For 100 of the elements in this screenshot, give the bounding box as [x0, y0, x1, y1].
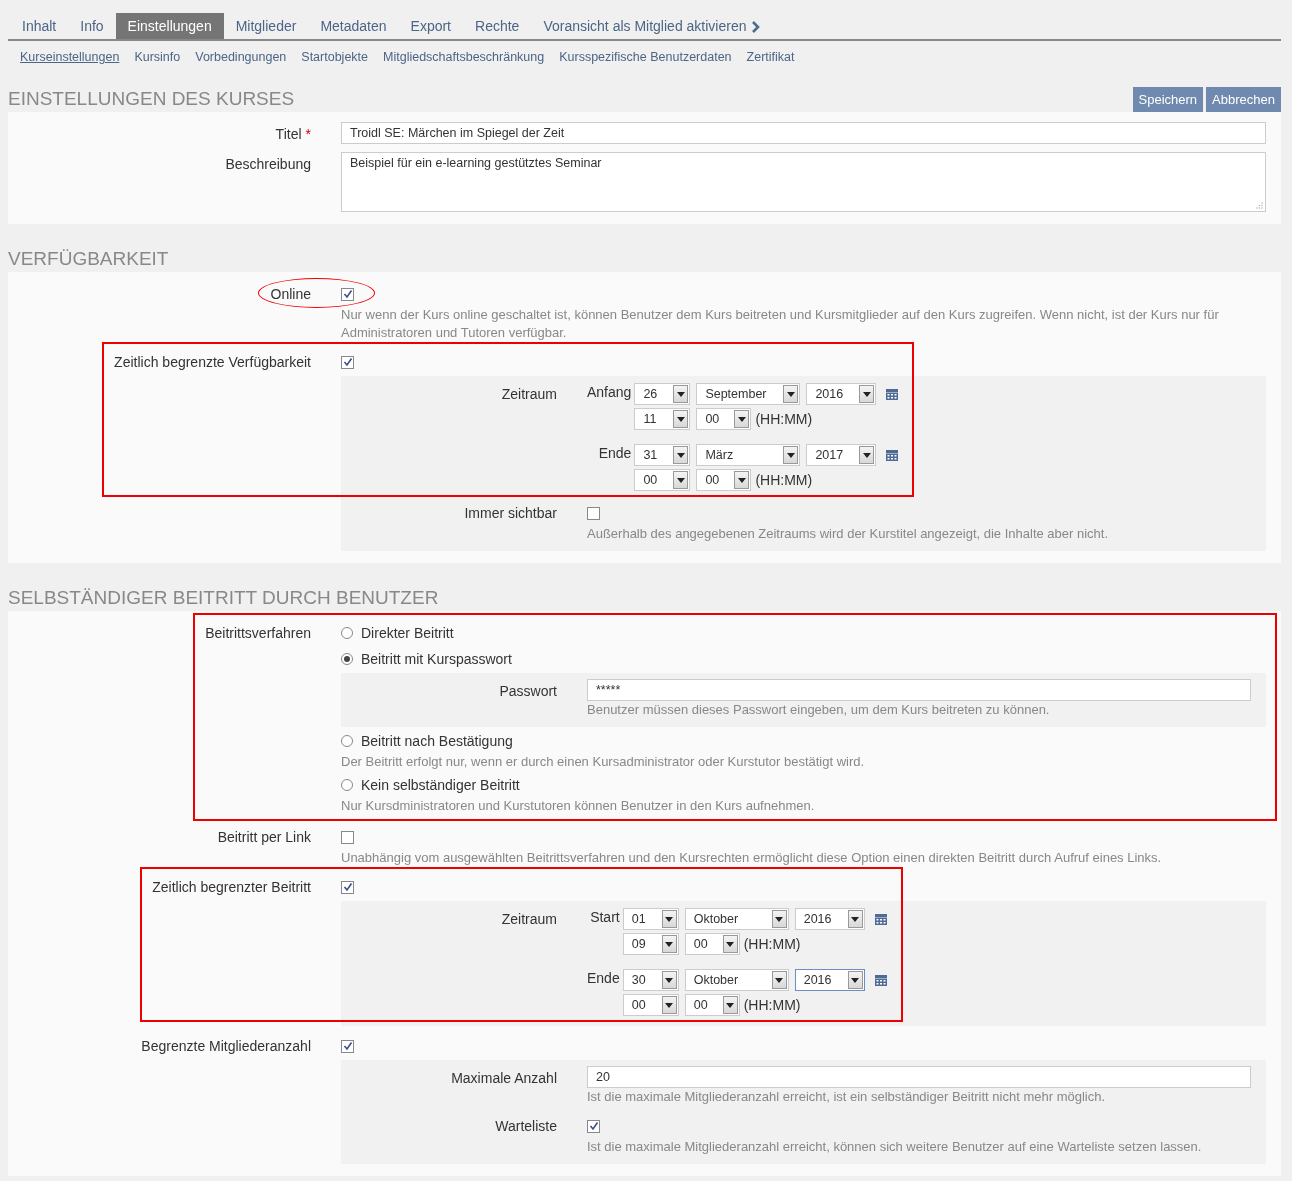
- subtab-link[interactable]: Vorbedingungen: [195, 50, 287, 64]
- checkbox[interactable]: [341, 880, 354, 894]
- radio-button[interactable]: [341, 779, 353, 791]
- checkbox[interactable]: [587, 1119, 600, 1133]
- caret-down-icon: [786, 391, 795, 397]
- preview-link[interactable]: Voransicht als Mitglied aktivieren: [531, 13, 773, 39]
- caret-down-icon: [676, 452, 685, 458]
- subtab-link[interactable]: Kursinfo: [134, 50, 181, 64]
- tab[interactable]: Metadaten: [308, 13, 399, 39]
- subtab-link[interactable]: Kursspezifische Benutzerdaten: [559, 50, 732, 64]
- help-text: Ist die maximale Mitgliederanzahl erreicht, können sich weitere Benutzer auf eine Warteliste setzen lassen.: [587, 1138, 1203, 1156]
- subtab-link[interactable]: Mitgliedschaftsbeschränkung: [383, 50, 545, 64]
- field-label: Titel: [275, 126, 302, 142]
- dropdown[interactable]: 00: [696, 469, 752, 491]
- tab[interactable]: Mitglieder: [223, 13, 309, 39]
- dropdown[interactable]: 30: [622, 969, 679, 991]
- dropdown[interactable]: 11: [634, 408, 691, 430]
- option-label: Kein selbständiger Beitritt: [361, 777, 520, 793]
- dropdown[interactable]: Oktober: [684, 969, 789, 991]
- field-label: Passwort: [499, 683, 557, 699]
- field-label: Immer sichtbar: [464, 505, 557, 521]
- dropdown[interactable]: 00: [634, 469, 691, 491]
- caret-down-icon: [665, 941, 674, 947]
- checkbox[interactable]: [341, 355, 354, 369]
- checkbox[interactable]: [341, 1039, 354, 1053]
- tab[interactable]: Export: [398, 13, 463, 39]
- caret-down-icon: [676, 416, 685, 422]
- text-area[interactable]: Beispiel für ein e-learning gestütztes Seminar: [341, 152, 1266, 212]
- subtab-link[interactable]: Zertifikat: [746, 50, 795, 64]
- option-label: Direkter Beitritt: [361, 625, 454, 641]
- dropdown[interactable]: März: [696, 444, 801, 466]
- help-text: Nur Kursdministratoren und Kurstutoren können Benutzer in den Kurs aufnehmen.: [341, 797, 816, 815]
- text-field[interactable]: *****: [587, 679, 1251, 701]
- caret-down-icon: [737, 416, 746, 422]
- dropdown[interactable]: 31: [634, 444, 691, 466]
- dropdown[interactable]: 00: [622, 994, 679, 1016]
- subtab-link[interactable]: Startobjekte: [301, 50, 368, 64]
- field-label: Zeitraum: [501, 911, 557, 927]
- dropdown[interactable]: Oktober: [684, 908, 789, 930]
- radio-button[interactable]: [341, 735, 353, 747]
- help-text: Außerhalb des angegebenen Zeitraums wird der Kurstitel angezeigt, die Inhalte aber nicht.: [587, 525, 1110, 543]
- text-field[interactable]: 20: [587, 1066, 1251, 1088]
- caret-down-icon: [665, 1002, 674, 1008]
- calendar-icon[interactable]: [874, 974, 887, 986]
- radio-button[interactable]: [341, 627, 353, 639]
- time-format-hint: (HH:MM): [743, 997, 801, 1013]
- caret-down-icon: [775, 977, 784, 983]
- section-title: VERFÜGBARKEIT: [8, 248, 169, 270]
- tab[interactable]: Info: [68, 13, 116, 39]
- help-text: Der Beitritt erfolgt nur, wenn er durch einen Kursadministrator oder Kurstutor bestätigt wird.: [341, 753, 866, 771]
- help-text: Unabhängig vom ausgewählten Beitrittsverfahren und den Kursrechten ermöglicht diese Option einen direkten Beitritt durch Aufruf eines Links.: [341, 849, 1163, 867]
- caret-down-icon: [676, 477, 685, 483]
- date-label: Anfang: [587, 383, 632, 402]
- form-button[interactable]: Speichern: [1132, 87, 1204, 112]
- field-label: Warteliste: [495, 1118, 557, 1134]
- caret-down-icon: [676, 391, 685, 397]
- dropdown[interactable]: 01: [622, 908, 679, 930]
- checkbox[interactable]: [341, 830, 354, 844]
- tab[interactable]: Inhalt: [10, 13, 69, 39]
- dropdown[interactable]: 2016: [806, 383, 877, 405]
- calendar-icon[interactable]: [874, 913, 887, 925]
- dropdown[interactable]: September: [696, 383, 801, 405]
- radio-button[interactable]: [341, 653, 353, 665]
- field-label: Zeitlich begrenzte Verfügbarkeit: [114, 354, 311, 370]
- field-label: Maximale Anzahl: [451, 1070, 557, 1086]
- form-button[interactable]: Abbrechen: [1206, 87, 1281, 112]
- checkbox[interactable]: [341, 287, 354, 301]
- caret-down-icon: [726, 941, 735, 947]
- dropdown[interactable]: 2016: [794, 969, 865, 991]
- caret-down-icon: [851, 916, 860, 922]
- dropdown[interactable]: 09: [622, 933, 679, 955]
- caret-down-icon: [786, 452, 795, 458]
- tab[interactable]: Rechte: [463, 13, 532, 39]
- section-title: SELBSTÄNDIGER BEITRITT DURCH BENUTZER: [8, 587, 439, 609]
- field-label: Online: [270, 286, 311, 302]
- field-label: Zeitlich begrenzter Beitritt: [152, 879, 311, 895]
- required-mark: *: [305, 126, 311, 142]
- time-format-hint: (HH:MM): [755, 411, 813, 427]
- caret-down-icon: [737, 477, 746, 483]
- help-text: Benutzer müssen dieses Passwort eingeben, um dem Kurs beitreten zu können.: [587, 701, 1051, 719]
- calendar-icon[interactable]: [886, 388, 899, 400]
- date-label: Start: [589, 908, 620, 927]
- chevron-right-icon: [752, 20, 761, 33]
- subtab-link[interactable]: Kurseinstellungen: [20, 50, 120, 64]
- dropdown[interactable]: 00: [684, 933, 740, 955]
- resize-grip-icon: [1256, 202, 1263, 209]
- date-label: Ende: [587, 969, 620, 988]
- tab[interactable]: Einstellungen: [115, 13, 224, 39]
- caret-down-icon: [726, 1002, 735, 1008]
- field-label: Beitrittsverfahren: [205, 625, 311, 641]
- field-label: Zeitraum: [501, 386, 557, 402]
- checkbox[interactable]: [587, 506, 600, 520]
- dropdown[interactable]: 00: [684, 994, 740, 1016]
- dropdown[interactable]: 2017: [806, 444, 877, 466]
- dropdown[interactable]: 2016: [794, 908, 865, 930]
- calendar-icon[interactable]: [886, 449, 899, 461]
- text-field[interactable]: Troidl SE: Märchen im Spiegel der Zeit: [341, 122, 1266, 144]
- caret-down-icon: [851, 977, 860, 983]
- dropdown[interactable]: 26: [634, 383, 691, 405]
- dropdown[interactable]: 00: [696, 408, 752, 430]
